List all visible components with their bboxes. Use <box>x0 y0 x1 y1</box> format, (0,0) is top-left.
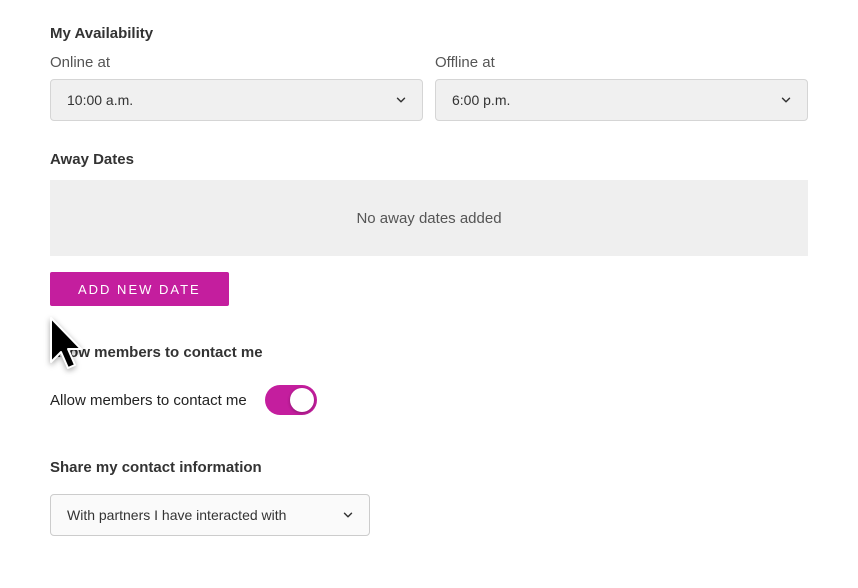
offline-at-field: Offline at 6:00 p.m. <box>435 54 808 121</box>
contact-toggle-label: Allow members to contact me <box>50 392 247 409</box>
toggle-knob <box>290 388 314 412</box>
chevron-down-icon <box>394 93 408 107</box>
add-new-date-button[interactable]: ADD NEW DATE <box>50 272 229 306</box>
offline-at-value: 6:00 p.m. <box>452 92 510 108</box>
online-at-field: Online at 10:00 a.m. <box>50 54 423 121</box>
online-at-value: 10:00 a.m. <box>67 92 133 108</box>
away-dates-empty: No away dates added <box>50 180 808 256</box>
away-dates-empty-text: No away dates added <box>356 210 501 227</box>
share-contact-select[interactable]: With partners I have interacted with <box>50 494 370 536</box>
chevron-down-icon <box>779 93 793 107</box>
contact-toggle[interactable] <box>265 385 317 415</box>
online-at-label: Online at <box>50 54 423 71</box>
offline-at-label: Offline at <box>435 54 808 71</box>
share-heading: Share my contact information <box>50 459 808 476</box>
availability-heading: My Availability <box>50 25 808 42</box>
share-contact-value: With partners I have interacted with <box>67 507 286 523</box>
chevron-down-icon <box>341 508 355 522</box>
online-at-select[interactable]: 10:00 a.m. <box>50 79 423 121</box>
offline-at-select[interactable]: 6:00 p.m. <box>435 79 808 121</box>
contact-heading: Allow members to contact me <box>50 344 808 361</box>
away-dates-heading: Away Dates <box>50 151 808 168</box>
